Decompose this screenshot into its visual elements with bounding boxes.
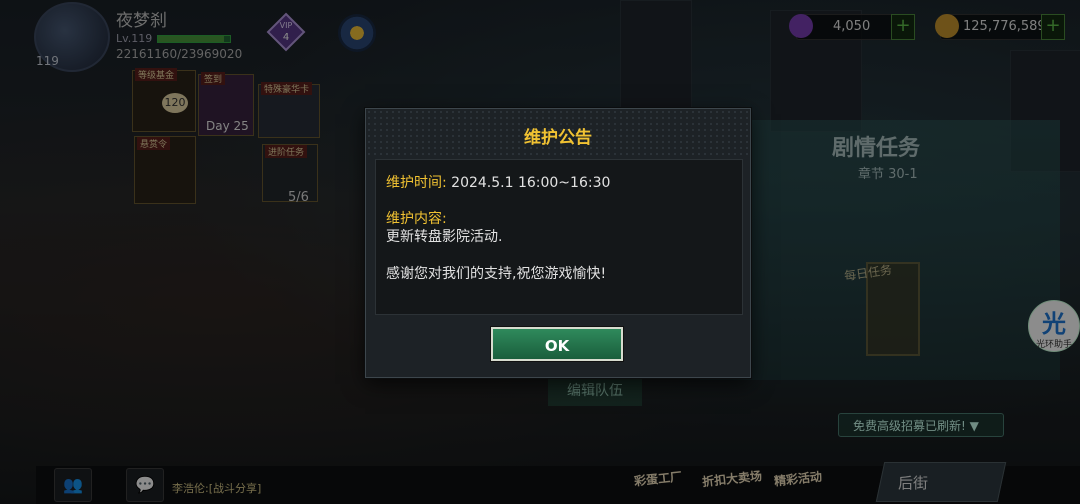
thanks-message: 感谢您对我们的支持,祝您游戏愉快! xyxy=(386,266,607,282)
time-label: 维护时间: xyxy=(386,175,447,191)
dialog-title: 维护公告 xyxy=(524,128,592,148)
content-label: 维护内容: xyxy=(386,211,447,227)
content-value: 更新转盘影院活动. xyxy=(386,229,503,245)
ok-button[interactable]: OK xyxy=(491,327,623,361)
maintenance-time: 维护时间: 2024.5.1 16:00~16:30 xyxy=(386,172,610,192)
dialog-body: 维护时间: 2024.5.1 16:00~16:30 维护内容: 更新转盘影院活… xyxy=(375,159,743,315)
maintenance-dialog: 维护公告 维护时间: 2024.5.1 16:00~16:30 维护内容: 更新… xyxy=(365,108,751,378)
time-value: 2024.5.1 16:00~16:30 xyxy=(451,175,611,191)
